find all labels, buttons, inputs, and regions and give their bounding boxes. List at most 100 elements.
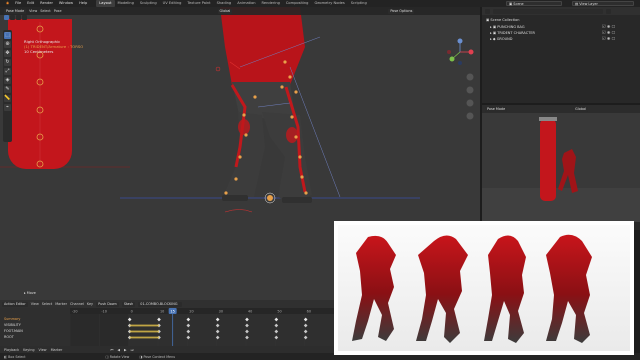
current-frame-label: 15 [170, 310, 175, 314]
keying-menu[interactable]: Keying [23, 348, 34, 352]
viewport-menu-view[interactable]: View [29, 9, 37, 13]
cursor-icon[interactable]: ⊕ [4, 41, 11, 48]
play-icon[interactable]: ▶ [124, 348, 127, 352]
viewport-menu-pose[interactable]: Pose [54, 9, 62, 13]
outliner[interactable]: ▣ Scene Collection ▸ ▣ PUNCHING BAG ▸ ▣ … [482, 7, 640, 103]
channel-label: FOOT.MAIN [4, 329, 23, 333]
pose-mode-dropdown[interactable]: Pose Mode [4, 8, 27, 14]
action-name-field[interactable]: 01-COMBO-BLOCKING [138, 301, 183, 307]
menu-edit[interactable]: Edit [24, 0, 37, 7]
tab-shading[interactable]: Shading [214, 0, 235, 7]
select-mode-icon[interactable] [4, 15, 9, 20]
playback-view-menu[interactable]: View [39, 348, 47, 352]
action-menu-select[interactable]: Select [42, 302, 52, 306]
preview-mode-dropdown[interactable]: Pose Mode [485, 106, 508, 112]
action-menu-channel[interactable]: Channel [70, 302, 84, 306]
scale-icon[interactable]: ⤢ [4, 68, 11, 75]
filter-icon[interactable] [606, 8, 611, 14]
tab-compositing[interactable]: Compositing [283, 0, 312, 7]
tab-sculpting[interactable]: Sculpting [137, 0, 160, 7]
reference-poses [338, 225, 630, 351]
tab-animation[interactable]: Animation [234, 0, 258, 7]
menu-file[interactable]: File [12, 0, 24, 7]
channel-root[interactable]: ROOT [0, 335, 70, 340]
jump-end-icon[interactable]: ⏭ [131, 348, 134, 352]
blender-logo-icon[interactable]: ◉ [3, 0, 12, 7]
status-rotate-label: Rotate View [109, 354, 130, 359]
editor-mode-dropdown[interactable]: Action Editor [2, 301, 28, 307]
menu-help[interactable]: Help [76, 0, 90, 7]
pose-options-dropdown[interactable]: Pose Options [388, 8, 415, 14]
playback-menu[interactable]: Playback [4, 348, 19, 352]
frame-ruler[interactable] [70, 308, 334, 314]
tab-geometry-nodes[interactable]: Geometry Nodes [311, 0, 347, 7]
pose-figure-4 [546, 234, 592, 343]
action-menu-marker[interactable]: Marker [55, 302, 67, 306]
action-menu-key[interactable]: Key [87, 302, 93, 306]
hold-bar [129, 336, 159, 339]
channel-visibility[interactable]: VISIBILITY [0, 323, 70, 328]
tab-uv-editing[interactable]: UV Editing [160, 0, 185, 7]
status-select-label: Box Select [8, 354, 26, 359]
move-icon[interactable]: ✥ [4, 50, 11, 57]
select-subtract-icon[interactable] [16, 15, 21, 20]
scene-selector[interactable]: ▣ Scene [506, 1, 562, 6]
pose-figure-1 [352, 235, 396, 341]
reference-poses-image [352, 234, 592, 343]
frame-tick-label: -20 [72, 310, 78, 314]
channel-label: VISIBILITY [4, 323, 21, 327]
frame-tick-label: 20 [189, 310, 193, 314]
channel-foot-main[interactable]: FOOT.MAIN [0, 329, 70, 334]
select-box-icon[interactable]: ⬚ [4, 32, 11, 39]
pan-icon [466, 86, 474, 94]
tab-scripting[interactable]: Scripting [348, 0, 370, 7]
outliner-item-label: PUNCHING BAG [497, 25, 525, 29]
outliner-display-mode-icon[interactable] [485, 8, 490, 14]
axis-x-icon [468, 49, 474, 55]
annotate-icon[interactable]: ✎ [4, 86, 11, 93]
outliner-item-label: GROUND [496, 37, 513, 41]
tab-modeling[interactable]: Modeling [115, 0, 137, 7]
status-context: ◨ Pose Context Menu [139, 355, 175, 359]
preview-transform-dropdown[interactable]: Global [573, 106, 588, 112]
stash-button[interactable]: Stash [121, 301, 136, 307]
channel-summary[interactable]: Summary [0, 317, 70, 322]
viewport-tool-header [4, 15, 27, 21]
menu-window[interactable]: Window [56, 0, 76, 7]
playback-bar: Playback Keying View Marker ⏮ ◀ ▶ ⏭ [0, 346, 334, 353]
scene-name: Scene [513, 2, 524, 6]
measure-icon[interactable]: 📏 [4, 95, 11, 102]
perspective-toggle-icon [466, 112, 474, 120]
reference-image-overlay [334, 221, 634, 355]
svg-text:☑ ◉ ▢: ☑ ◉ ▢ [602, 36, 616, 41]
svg-text:☑ ◉ ▢: ☑ ◉ ▢ [602, 30, 616, 35]
bone-tool-icon[interactable]: ⌁ [4, 104, 11, 111]
tab-texture-paint[interactable]: Texture Paint [184, 0, 213, 7]
select-invert-icon[interactable] [22, 15, 27, 20]
pose-figure-2 [416, 235, 468, 343]
expand-arrow-icon: ▸ ◆ [490, 37, 497, 41]
last-operator-panel[interactable]: ▸ Move [24, 291, 36, 295]
viewport-menu-select[interactable]: Select [40, 9, 50, 13]
tab-rendering[interactable]: Rendering [259, 0, 283, 7]
rotate-icon[interactable]: ↻ [4, 59, 11, 66]
action-menu-view[interactable]: View [31, 302, 39, 306]
navigation-gizmo[interactable] [440, 37, 480, 167]
push-down-button[interactable]: Push Down [96, 301, 119, 307]
menu-render[interactable]: Render [37, 0, 56, 7]
hold-bar [129, 330, 159, 333]
status-select: ◧ Box Select [4, 355, 26, 359]
transform-orientation-dropdown[interactable]: Global [217, 8, 233, 14]
view-layer-selector[interactable]: ▤ View Layer [572, 1, 634, 6]
channel-label: Summary [4, 317, 21, 321]
jump-start-icon[interactable]: ⏮ [110, 348, 113, 352]
select-extend-icon[interactable] [10, 15, 15, 20]
preview-viewport[interactable]: Pose Mode Global [482, 105, 640, 222]
outliner-search-input[interactable] [493, 8, 603, 14]
tab-layout[interactable]: Layout [96, 0, 115, 7]
transform-icon[interactable]: ◈ [4, 77, 11, 84]
tool-shelf: ⬚ ⊕ ✥ ↻ ⤢ ◈ ✎ 📏 ⌁ [3, 30, 12, 142]
viewport-header: Pose Mode View Select Pose Global Pose O… [0, 7, 480, 15]
play-reverse-icon[interactable]: ◀ [117, 348, 120, 352]
playback-marker-menu[interactable]: Marker [51, 348, 63, 352]
